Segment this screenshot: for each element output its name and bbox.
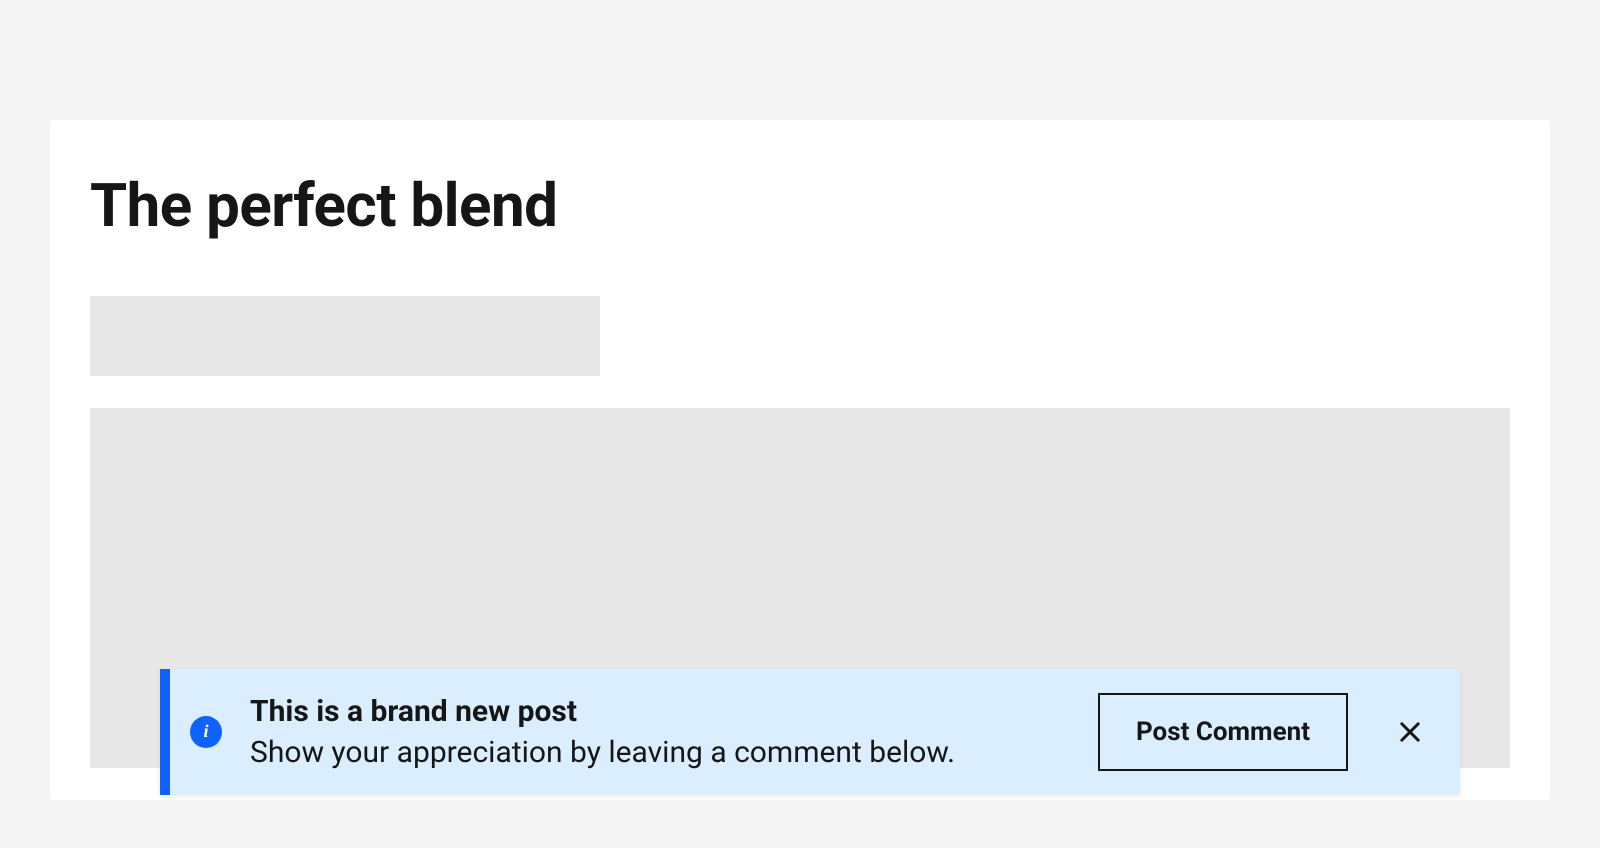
- article-card: The perfect blend This is a brand new po…: [50, 120, 1550, 800]
- info-notification: This is a brand new post Show your appre…: [160, 669, 1460, 795]
- article-title: The perfect blend: [90, 170, 1510, 241]
- info-icon: [190, 716, 222, 748]
- close-icon: [1396, 718, 1424, 746]
- notification-body: Show your appreciation by leaving a comm…: [250, 735, 1070, 770]
- close-button[interactable]: [1388, 710, 1432, 754]
- notification-content: This is a brand new post Show your appre…: [250, 694, 1070, 770]
- post-comment-button[interactable]: Post Comment: [1098, 693, 1348, 771]
- content-placeholder-small: [90, 296, 600, 376]
- notification-title: This is a brand new post: [250, 694, 1070, 729]
